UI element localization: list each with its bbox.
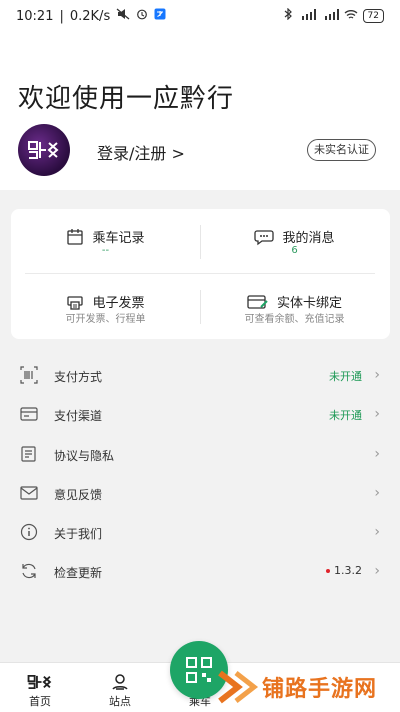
quick-actions-card: 乘车记录 -- 我的消息 6 电子发票 可开发票、行程单 实体卡绑定 可查看余额…: [11, 209, 390, 339]
menu-item-about-us[interactable]: 关于我们 ›: [0, 512, 400, 551]
chevron-right-icon: ›: [374, 563, 380, 580]
my-messages-label: 我的消息: [282, 231, 335, 246]
avatar[interactable]: [18, 124, 70, 176]
version-number: 1.3.2: [326, 564, 362, 577]
chat-bubble-icon: [254, 229, 275, 245]
tab-label: 首页: [29, 695, 51, 708]
chevron-right-icon: ›: [374, 406, 380, 423]
menu-item-payment-channel[interactable]: 支付渠道 未开通 ›: [0, 394, 400, 433]
welcome-title: 欢迎使用一应黔行: [18, 84, 235, 114]
my-messages-entry[interactable]: 我的消息 6: [200, 209, 389, 274]
watermark-text: 铺路手游网: [262, 677, 378, 702]
chevron-right-icon: ›: [374, 367, 380, 383]
watermark: 铺路手游网: [212, 663, 400, 711]
watermark-arrow-icon: [218, 670, 259, 704]
tab-home[interactable]: 首页: [10, 673, 70, 709]
update-dot: [326, 569, 330, 574]
calendar-icon: [67, 228, 84, 245]
home-logo-icon: [27, 674, 52, 690]
e-invoice-desc: 可开发票、行程单: [65, 314, 146, 325]
menu-label: 意见反馈: [54, 487, 103, 502]
tab-stations[interactable]: 站点: [90, 673, 150, 709]
document-icon: [21, 445, 36, 462]
status-time: 10:21: [16, 8, 54, 24]
menu-status: 未开通: [329, 409, 362, 423]
bank-card-icon: [20, 407, 38, 421]
battery-indicator: 72: [362, 8, 384, 23]
barcode-icon: [20, 366, 38, 384]
chevron-right-icon: ›: [374, 484, 380, 501]
app-logo-icon: [28, 141, 59, 159]
version-text: 1.3.2: [334, 564, 362, 578]
ride-records-value: --: [101, 245, 110, 256]
chevron-right-icon: ›: [374, 445, 380, 462]
signal-icon-1: [298, 8, 316, 23]
menu-item-check-update[interactable]: 检查更新 1.3.2 ›: [0, 551, 400, 590]
ride-records-label: 乘车记录: [92, 231, 145, 246]
message-count: 6: [291, 245, 298, 256]
profile-header: 10:21 | 0.2K/s 72 欢迎使用一应黔行 登录/注册 > 未实名认证: [0, 0, 400, 190]
menu-label: 协议与隐私: [54, 448, 115, 463]
menu-item-agreement-privacy[interactable]: 协议与隐私 ›: [0, 434, 400, 473]
ride-records-entry[interactable]: 乘车记录 --: [11, 209, 200, 274]
info-icon: [20, 524, 38, 541]
e-invoice-label: 电子发票: [92, 296, 145, 311]
card-binding-desc: 可查看余额、充值记录: [244, 314, 345, 325]
wifi-icon: [344, 9, 358, 23]
menu-label: 支付方式: [54, 370, 103, 384]
signal-icon-2: [321, 8, 339, 23]
menu-item-feedback[interactable]: 意见反馈 ›: [0, 473, 400, 512]
invoice-printer-icon: [67, 295, 84, 310]
verification-badge[interactable]: 未实名认证: [307, 139, 376, 161]
settings-menu: 支付方式 未开通 › 支付渠道 未开通 › 协议与隐私 › 意见反馈 › 关于我…: [0, 355, 400, 591]
qr-code-icon: [186, 657, 212, 683]
station-icon: [112, 674, 128, 690]
card-binding-label: 实体卡绑定: [276, 296, 342, 311]
login-register-link[interactable]: 登录/注册 >: [97, 140, 185, 164]
network-speed: 0.2K/s: [69, 8, 111, 24]
card-bind-icon: [247, 294, 268, 309]
menu-item-payment-method[interactable]: 支付方式 未开通 ›: [0, 355, 400, 394]
menu-label: 检查更新: [54, 566, 103, 581]
menu-label: 支付渠道: [54, 409, 103, 424]
menu-label: 关于我们: [54, 527, 103, 542]
mute-icon: [116, 8, 130, 24]
status-bar: 10:21 | 0.2K/s 72: [0, 0, 400, 34]
alarm-icon: [136, 8, 148, 24]
alipay-icon: [154, 8, 166, 24]
envelope-icon: [20, 486, 38, 500]
tab-label: 站点: [109, 695, 131, 708]
status-divider: |: [59, 8, 64, 24]
refresh-icon: [22, 564, 36, 579]
bluetooth-icon: [284, 7, 293, 23]
e-invoice-entry[interactable]: 电子发票 可开发票、行程单: [11, 274, 200, 339]
menu-status: 未开通: [329, 370, 362, 383]
chevron-right-icon: ›: [374, 524, 380, 541]
card-binding-entry[interactable]: 实体卡绑定 可查看余额、充值记录: [200, 274, 389, 339]
